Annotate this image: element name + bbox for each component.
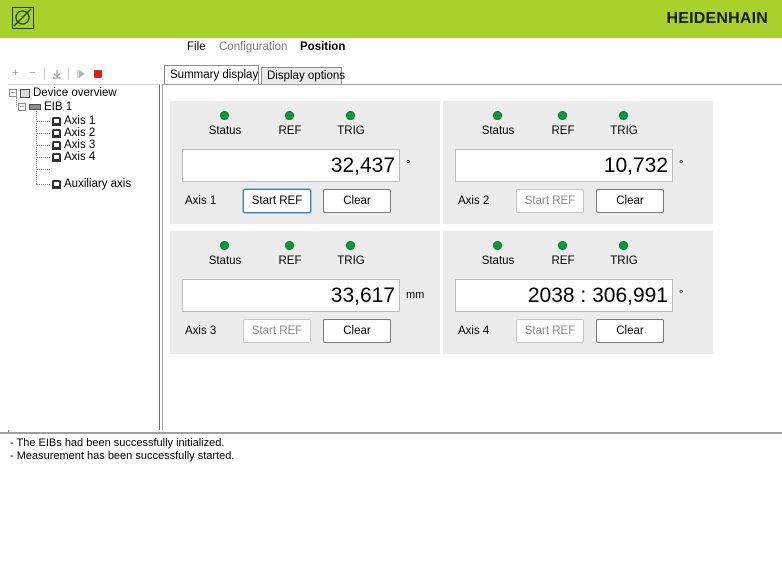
axis-name: Axis 3 bbox=[185, 325, 217, 337]
status-led-icon bbox=[493, 111, 502, 120]
tree-label: Axis 3 bbox=[64, 139, 96, 151]
start-ref-button[interactable]: Start REF bbox=[243, 319, 311, 343]
axis-icon bbox=[52, 152, 61, 162]
toolbar-separator bbox=[44, 68, 45, 80]
menu-position[interactable]: Position bbox=[300, 41, 345, 53]
start-ref-button[interactable]: Start REF bbox=[243, 189, 311, 213]
collapse-icon[interactable]: − bbox=[18, 103, 26, 111]
collapse-icon[interactable]: − bbox=[9, 89, 17, 97]
tree-connector bbox=[36, 133, 50, 134]
menu-bar: File Configuration Position bbox=[0, 38, 782, 58]
status-label: Status bbox=[481, 125, 515, 137]
clear-button[interactable]: Clear bbox=[596, 189, 664, 213]
status-label: Status bbox=[481, 255, 515, 267]
start-ref-button[interactable]: Start REF bbox=[516, 319, 584, 343]
remove-icon[interactable]: − bbox=[27, 68, 38, 79]
trig-led-icon bbox=[619, 241, 628, 250]
position-value: 10,732 bbox=[455, 149, 673, 182]
play-icon[interactable] bbox=[76, 68, 87, 79]
tree-label: EIB 1 bbox=[44, 101, 73, 113]
tree-item-device-overview[interactable]: − Device overview bbox=[9, 87, 117, 99]
trig-led-icon bbox=[346, 111, 355, 120]
toolbar-separator bbox=[68, 68, 69, 80]
tree-label: Axis 1 bbox=[64, 115, 96, 127]
tree-label: Axis 2 bbox=[64, 127, 96, 139]
unit-label: ° bbox=[679, 159, 684, 171]
status-label: Status bbox=[208, 255, 242, 267]
tree-label: Axis 4 bbox=[64, 151, 96, 163]
add-icon[interactable]: + bbox=[10, 68, 21, 79]
clear-button[interactable]: Clear bbox=[323, 319, 391, 343]
axis-icon bbox=[52, 140, 61, 150]
trig-label: TRIG bbox=[610, 125, 638, 137]
axis-name: Axis 1 bbox=[185, 195, 217, 207]
ref-led-icon bbox=[558, 111, 567, 120]
tab-summary-display[interactable]: Summary display bbox=[164, 65, 259, 85]
ref-label: REF bbox=[278, 255, 302, 267]
axis-card: Status REF TRIG 2038 : 306,991 ° Axis 4 … bbox=[443, 231, 713, 354]
trig-led-icon bbox=[346, 241, 355, 250]
stop-icon[interactable] bbox=[92, 68, 103, 79]
device-icon bbox=[29, 104, 41, 110]
tree-connector bbox=[36, 169, 50, 170]
unit-label: ° bbox=[406, 159, 411, 171]
brand-name: HEIDENHAIN bbox=[666, 10, 768, 27]
trig-led-icon bbox=[619, 111, 628, 120]
ref-led-icon bbox=[285, 111, 294, 120]
clear-button[interactable]: Clear bbox=[323, 189, 391, 213]
tree-item-auxiliary-axis[interactable]: Auxiliary axis bbox=[52, 178, 131, 190]
tree-item-axis-4[interactable]: Axis 4 bbox=[52, 151, 95, 163]
tree-label: Auxiliary axis bbox=[64, 178, 132, 190]
tree-label: Device overview bbox=[33, 87, 117, 99]
axis-name: Axis 2 bbox=[458, 195, 490, 207]
axis-card: Status REF TRIG 33,617 mm Axis 3 Start R… bbox=[170, 231, 440, 354]
tree-toolbar: + − bbox=[10, 68, 150, 82]
trig-label: TRIG bbox=[337, 125, 365, 137]
trig-label: TRIG bbox=[610, 255, 638, 267]
unit-label: mm bbox=[406, 289, 425, 301]
start-ref-button[interactable]: Start REF bbox=[516, 189, 584, 213]
position-value: 33,617 bbox=[182, 279, 400, 312]
device-tree: − Device overview − EIB 1 Axis 1 Axis 2 … bbox=[8, 84, 160, 430]
unit-label: ° bbox=[679, 289, 684, 301]
menu-configuration[interactable]: Configuration bbox=[219, 41, 287, 53]
header-bar: HEIDENHAIN bbox=[0, 0, 782, 38]
tree-connector bbox=[36, 145, 50, 146]
clear-button[interactable]: Clear bbox=[596, 319, 664, 343]
axis-name: Axis 4 bbox=[458, 325, 490, 337]
tree-item-axis-1[interactable]: Axis 1 bbox=[52, 115, 95, 127]
position-value: 2038 : 306,991 bbox=[455, 279, 673, 312]
status-led-icon bbox=[220, 111, 229, 120]
position-value: 32,437 bbox=[182, 149, 400, 182]
tree-connector bbox=[36, 184, 50, 185]
ref-label: REF bbox=[551, 255, 575, 267]
axis-icon bbox=[52, 128, 61, 138]
ref-led-icon bbox=[558, 241, 567, 250]
status-led-icon bbox=[220, 241, 229, 250]
ref-led-icon bbox=[285, 241, 294, 250]
ref-label: REF bbox=[278, 125, 302, 137]
axis-card: Status REF TRIG 32,437 ° Axis 1 Start RE… bbox=[170, 101, 440, 224]
log-line: - Measurement has been successfully star… bbox=[10, 450, 235, 462]
app-logo-icon bbox=[12, 7, 34, 29]
tree-connector bbox=[36, 121, 50, 122]
log-panel: - The EIBs had been successfully initial… bbox=[0, 432, 782, 570]
axis-icon bbox=[52, 179, 61, 189]
ref-label: REF bbox=[551, 125, 575, 137]
tree-item-axis-3[interactable]: Axis 3 bbox=[52, 139, 95, 151]
log-line: - The EIBs had been successfully initial… bbox=[10, 437, 225, 449]
tree-item-axis-2[interactable]: Axis 2 bbox=[52, 127, 95, 139]
menu-file[interactable]: File bbox=[187, 41, 206, 53]
tree-connector bbox=[36, 157, 50, 158]
trig-label: TRIG bbox=[337, 255, 365, 267]
axis-icon bbox=[52, 116, 61, 126]
network-icon bbox=[20, 88, 30, 98]
download-icon[interactable] bbox=[51, 68, 62, 79]
status-led-icon bbox=[493, 241, 502, 250]
tree-item-eib-1[interactable]: − EIB 1 bbox=[18, 101, 72, 113]
tab-display-options[interactable]: Display options bbox=[261, 67, 345, 85]
status-label: Status bbox=[208, 125, 242, 137]
axis-card: Status REF TRIG 10,732 ° Axis 2 Start RE… bbox=[443, 101, 713, 224]
